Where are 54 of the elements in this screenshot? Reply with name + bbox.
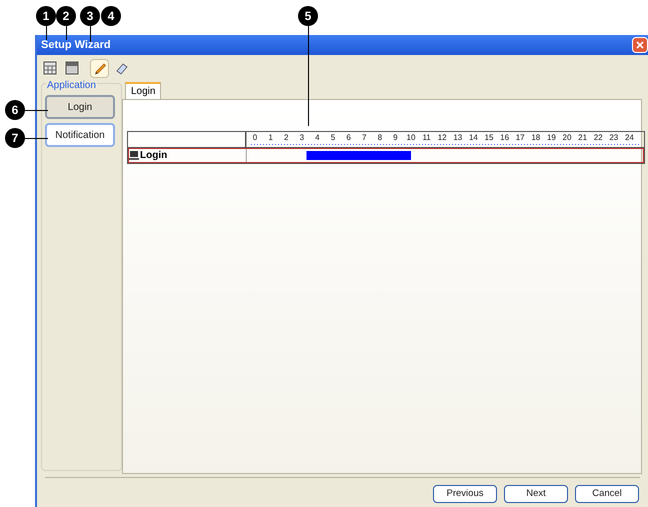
hour-label: 13 <box>453 133 462 142</box>
hour-label: 17 <box>516 133 525 142</box>
leader-line <box>90 26 91 42</box>
hour-label: 23 <box>609 133 618 142</box>
hour-label: 1 <box>268 133 273 142</box>
hour-label: 21 <box>578 133 588 142</box>
hour-label: 8 <box>378 133 382 142</box>
hour-label: 10 <box>406 133 416 142</box>
tab[interactable]: Login <box>125 82 162 99</box>
wizard-button[interactable]: Cancel <box>575 485 639 503</box>
callout-number: 3 <box>80 6 100 26</box>
callout-number: 7 <box>5 128 25 148</box>
eraser-icon <box>114 61 128 75</box>
leader-line <box>46 26 47 40</box>
hour-label: 18 <box>531 133 540 142</box>
hour-label: 11 <box>422 133 431 142</box>
leader-line <box>66 26 67 40</box>
schedule-row-header[interactable]: Login <box>128 148 246 163</box>
callout-number: 1 <box>36 6 56 26</box>
hour-label: 3 <box>300 133 304 142</box>
pencil-icon <box>92 61 106 75</box>
hour-label: 7 <box>362 133 366 142</box>
hour-label: 19 <box>546 133 556 142</box>
window-title: Setup Wizard <box>41 38 111 53</box>
close-icon <box>636 41 644 49</box>
application-button[interactable]: Notification <box>45 123 115 147</box>
hour-label: 16 <box>500 133 510 142</box>
callout-number: 5 <box>298 6 318 26</box>
hour-label: 5 <box>330 133 336 142</box>
wizard-button[interactable]: Previous <box>433 485 497 503</box>
hour-label: 6 <box>346 133 351 142</box>
callout-number: 4 <box>101 6 121 26</box>
hour-label: 15 <box>484 133 494 142</box>
hour-label: 2 <box>284 133 288 142</box>
hour-label: 14 <box>468 133 478 142</box>
leader-line <box>25 110 48 111</box>
hour-label: 9 <box>393 133 398 142</box>
hour-label: 24 <box>624 133 634 142</box>
table-icon <box>42 61 56 75</box>
hour-label: 4 <box>315 133 320 142</box>
hour-label: 0 <box>252 133 258 142</box>
hour-label: 20 <box>562 133 572 142</box>
row-label: Login <box>140 150 168 160</box>
close-button[interactable] <box>632 37 648 53</box>
hour-label: 12 <box>438 133 447 142</box>
application-button[interactable]: Login <box>45 95 115 119</box>
hour-label: 22 <box>594 133 603 142</box>
group-label: Application <box>46 78 97 93</box>
wizard-button[interactable]: Next <box>504 485 568 503</box>
callout-number: 6 <box>5 100 25 120</box>
calendar-icon <box>64 61 78 75</box>
toolbar-button[interactable] <box>90 58 109 78</box>
callout-number: 2 <box>56 6 76 26</box>
leader-line <box>25 138 48 139</box>
